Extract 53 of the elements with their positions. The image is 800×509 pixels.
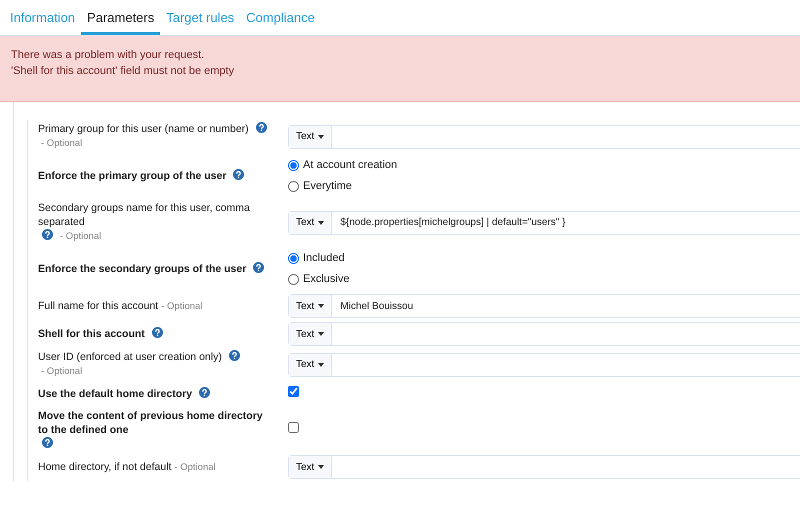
input-field[interactable]: Text Michel Bouissou	[288, 294, 800, 318]
caret-icon	[318, 220, 324, 224]
checkbox[interactable]	[288, 386, 299, 397]
field-label: Move the content of previous home directory to the defined one	[38, 409, 264, 437]
radio-button[interactable]	[288, 253, 299, 264]
optional-note: - Optional	[41, 137, 82, 151]
type-dropdown[interactable]: Text	[289, 212, 332, 234]
field-label: Enforce the primary group of the user	[38, 169, 226, 183]
caret-icon	[318, 134, 324, 138]
optional-note: - Optional	[60, 230, 102, 244]
caret-icon	[318, 362, 324, 366]
help-icon[interactable]	[42, 229, 53, 240]
help-icon[interactable]	[228, 350, 240, 361]
help-icon[interactable]	[152, 327, 163, 338]
error-message: There was a problem with your request.	[11, 48, 206, 63]
radio-label: At account creation	[303, 158, 398, 174]
input-field[interactable]: Text	[288, 124, 800, 148]
checkbox[interactable]	[288, 422, 299, 433]
optional-note: - Optional	[174, 460, 216, 474]
radio-label: Exclusive	[303, 272, 350, 288]
type-dropdown[interactable]: Text	[289, 354, 332, 376]
error-message: 'Shell for this account' field must not be empty	[11, 64, 236, 79]
radio-button[interactable]	[288, 160, 299, 171]
type-dropdown[interactable]: Text	[289, 323, 332, 345]
field-label: User ID (enforced at user creation only)	[38, 350, 222, 364]
help-icon[interactable]	[42, 437, 53, 448]
field-label: Enforce the secondary groups of the user	[38, 262, 246, 276]
type-dropdown[interactable]: Text	[289, 456, 332, 478]
field-label: Secondary groups name for this user, comma separated	[38, 201, 251, 229]
radio-label: Everytime	[303, 179, 352, 194]
optional-note: - Optional	[41, 365, 82, 379]
help-icon[interactable]	[198, 387, 210, 398]
field-label: Use the default home directory	[38, 387, 192, 401]
radio-button[interactable]	[288, 181, 299, 192]
radio-label: Included	[303, 251, 345, 266]
input-field[interactable]: Text ${node.properties[michelgroups] | default="users" }	[288, 210, 800, 234]
input-field[interactable]: Text	[288, 455, 800, 479]
field-label: Primary group for this user (name or number)	[38, 122, 249, 136]
optional-note: - Optional	[161, 300, 202, 314]
input-field[interactable]: Text	[288, 322, 800, 346]
caret-icon	[318, 304, 324, 308]
type-dropdown[interactable]: Text	[289, 295, 332, 317]
field-label: Home directory, if not default	[38, 460, 172, 474]
type-dropdown[interactable]: Text	[289, 126, 332, 148]
caret-icon	[318, 332, 324, 336]
help-icon[interactable]	[233, 169, 244, 180]
input-field[interactable]: Text	[288, 352, 800, 376]
radio-button[interactable]	[288, 274, 299, 285]
help-icon[interactable]	[256, 122, 267, 133]
field-label: Full name for this account	[38, 298, 158, 312]
help-icon[interactable]	[253, 262, 264, 273]
field-label: Shell for this account	[38, 327, 145, 341]
caret-icon	[318, 465, 324, 469]
